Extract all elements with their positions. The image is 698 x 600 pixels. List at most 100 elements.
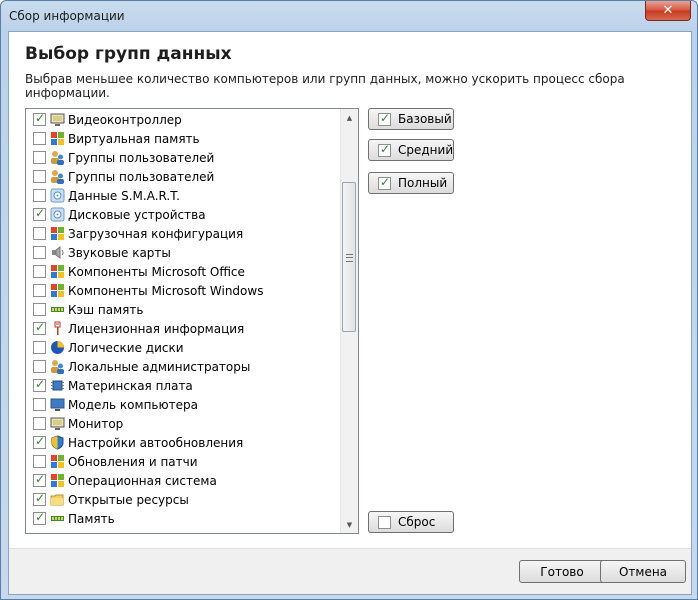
check-icon: ✓ [35, 491, 46, 505]
check-icon: ✓ [35, 510, 46, 524]
item-checkbox[interactable] [33, 303, 46, 316]
preset-medium-button[interactable]: ✓ Средний [368, 139, 454, 161]
item-checkbox[interactable]: ✓ [33, 321, 46, 335]
users-icon [50, 169, 65, 184]
list-item[interactable]: Компоненты Microsoft Windows [26, 281, 340, 300]
item-label: Загрузочная конфигурация [68, 227, 244, 241]
item-checkbox[interactable]: ✓ [33, 491, 46, 506]
scroll-thumb[interactable] [342, 182, 356, 332]
scroll-down-arrow-icon[interactable]: ▼ [341, 516, 358, 533]
item-checkbox[interactable] [33, 398, 46, 411]
license-icon [50, 321, 65, 336]
data-groups-list[interactable]: ✓ Видеоконтроллер Виртуальная память Группы… [25, 108, 359, 534]
list-item[interactable]: Виртуальная память [26, 129, 340, 148]
reset-label: Сброс [398, 515, 436, 529]
check-icon: ✓ [380, 175, 391, 189]
monitor-icon [50, 112, 65, 127]
item-checkbox[interactable] [33, 132, 46, 145]
shield-icon [50, 435, 65, 450]
vertical-scrollbar[interactable]: ▲ ▼ [340, 109, 358, 533]
item-checkbox[interactable]: ✓ [33, 111, 46, 126]
list-item[interactable]: ✓ Настройки автообновления [26, 433, 340, 452]
computer-icon [50, 397, 65, 412]
item-label: Виртуальная память [68, 132, 200, 146]
folder-icon [50, 492, 65, 507]
list-item[interactable]: Группы пользователей [26, 167, 340, 186]
list-item[interactable]: Логические диски [26, 338, 340, 357]
check-icon: ✓ [35, 377, 46, 391]
reset-button[interactable]: Сброс [368, 511, 454, 533]
item-checkbox[interactable] [33, 151, 46, 164]
close-icon: ✕ [662, 3, 674, 18]
item-label: Логические диски [68, 341, 184, 355]
item-label: Компоненты Microsoft Office [68, 265, 245, 279]
page-description: Выбрав меньшее количество компьютеров ил… [25, 72, 625, 100]
item-label: Видеоконтроллер [68, 113, 182, 127]
item-checkbox[interactable] [33, 265, 46, 278]
scroll-up-arrow-icon[interactable]: ▲ [341, 109, 358, 126]
item-checkbox[interactable] [33, 341, 46, 354]
list-item[interactable]: ✓ Дисковые устройства [26, 205, 340, 224]
check-icon: ✓ [35, 111, 46, 125]
disk-icon [50, 188, 65, 203]
preset-basic-button[interactable]: ✓ Базовый [368, 108, 454, 130]
cancel-button[interactable]: Отмена [600, 560, 686, 583]
list-item[interactable]: Звуковые карты [26, 243, 340, 262]
item-label: Память [68, 512, 115, 526]
content-panel: Выбор групп данных Выбрав меньшее количе… [9, 32, 691, 549]
list-item[interactable]: Модель компьютера [26, 395, 340, 414]
list-item[interactable]: Кэш память [26, 300, 340, 319]
list-item[interactable]: ✓ Видеоконтроллер [26, 110, 340, 129]
check-icon: ✓ [380, 142, 391, 156]
list-item[interactable]: ✓ Операционная система [26, 471, 340, 490]
close-button[interactable]: ✕ [645, 1, 691, 21]
preset-full-checkbox: ✓ [378, 175, 391, 190]
preset-basic-checkbox: ✓ [378, 111, 391, 126]
memory-icon [50, 511, 65, 526]
item-checkbox[interactable]: ✓ [33, 207, 46, 221]
dialog-window: Сбор информации ✕ Выбор групп данных Выб… [0, 0, 698, 600]
item-checkbox[interactable]: ✓ [33, 510, 46, 525]
check-icon: ✓ [380, 111, 391, 125]
item-checkbox[interactable] [33, 360, 46, 373]
list-item[interactable]: ✓ Лицензионная информация [26, 319, 340, 338]
item-label: Компоненты Microsoft Windows [68, 284, 264, 298]
item-checkbox[interactable] [33, 455, 46, 468]
windows-icon [50, 283, 65, 298]
client-area: Выбор групп данных Выбрав меньшее количе… [8, 31, 692, 595]
windows-icon [50, 226, 65, 241]
speaker-icon [50, 245, 65, 260]
preset-full-label: Полный [398, 176, 448, 190]
item-checkbox[interactable] [33, 417, 46, 430]
list-item[interactable]: ✓ Материнская плата [26, 376, 340, 395]
preset-full-button[interactable]: ✓ Полный [368, 172, 454, 194]
list-item[interactable]: Компоненты Microsoft Office [26, 262, 340, 281]
item-label: Группы пользователей [68, 151, 215, 165]
item-checkbox[interactable] [33, 246, 46, 259]
grip-icon [346, 254, 353, 262]
list-item[interactable]: Загрузочная конфигурация [26, 224, 340, 243]
list-item[interactable]: ✓ Открытые ресурсы [26, 490, 340, 509]
page-title: Выбор групп данных [25, 44, 232, 64]
item-checkbox[interactable] [33, 189, 46, 202]
windows-icon [50, 131, 65, 146]
item-checkbox[interactable]: ✓ [33, 434, 46, 449]
item-checkbox[interactable]: ✓ [33, 377, 46, 392]
check-icon: ✓ [35, 434, 46, 448]
item-label: Модель компьютера [68, 398, 198, 412]
item-label: Данные S.M.A.R.T. [68, 189, 180, 203]
chip-icon [50, 378, 65, 393]
list-item[interactable]: Локальные администраторы [26, 357, 340, 376]
item-checkbox[interactable]: ✓ [33, 473, 46, 487]
item-checkbox[interactable] [33, 170, 46, 183]
memory-icon [50, 302, 65, 317]
list-item[interactable]: Группы пользователей [26, 148, 340, 167]
list-item[interactable]: Обновления и патчи [26, 452, 340, 471]
item-checkbox[interactable] [33, 284, 46, 297]
list-item[interactable]: Данные S.M.A.R.T. [26, 186, 340, 205]
list-item[interactable]: ✓ Память [26, 509, 340, 528]
list-item[interactable]: Монитор [26, 414, 340, 433]
done-button[interactable]: Готово [519, 560, 605, 583]
item-checkbox[interactable] [33, 227, 46, 240]
item-label: Дисковые устройства [68, 208, 206, 222]
